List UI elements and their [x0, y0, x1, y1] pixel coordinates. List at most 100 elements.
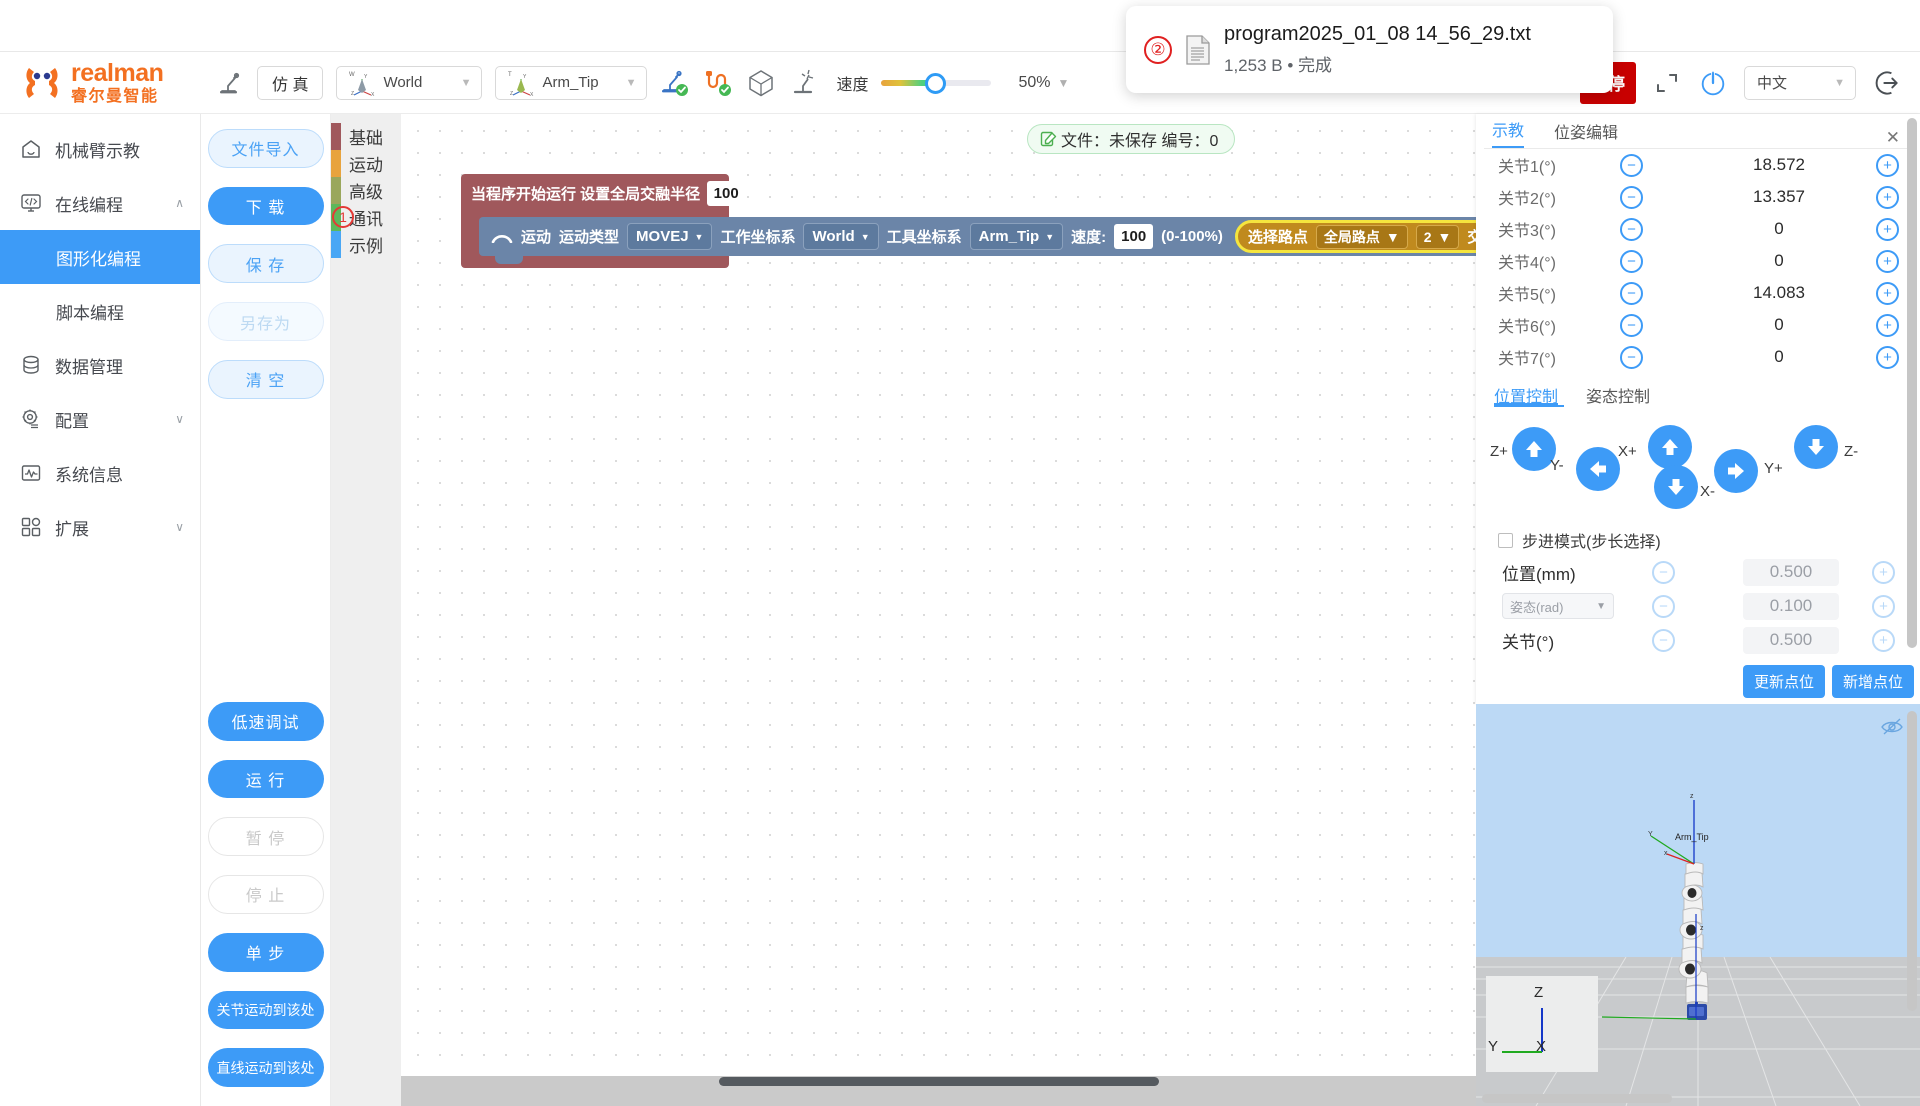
joint-increment-button[interactable]: +: [1876, 346, 1899, 369]
tab-teach[interactable]: 示教: [1492, 117, 1524, 148]
work-frame-dropdown[interactable]: World ▼: [803, 223, 878, 250]
waypoint-selector-group[interactable]: 选择路点 全局路点 ▼ 2 ▼ 交融半径 0 %: [1235, 220, 1476, 253]
jog-y-plus-button[interactable]: [1714, 449, 1758, 493]
simulation-button[interactable]: 仿 真: [257, 66, 323, 100]
step-mode-checkbox[interactable]: [1498, 533, 1513, 548]
pause-button[interactable]: 暂 停: [208, 817, 324, 856]
joint-move-here-button[interactable]: 关节运动到该处: [208, 991, 324, 1030]
collision-box-icon[interactable]: [746, 68, 776, 98]
sidebar-item-script-programming[interactable]: 脚本编程: [0, 284, 200, 338]
stop-button[interactable]: 停 止: [208, 875, 324, 914]
joint-decrement-button[interactable]: −: [1620, 154, 1643, 177]
clear-button[interactable]: 清 空: [208, 360, 324, 399]
sidebar-item-data-management[interactable]: 数据管理: [0, 338, 200, 392]
jog-z-minus-button[interactable]: [1794, 425, 1838, 469]
joint-row: 关节5(°) − 14.083 +: [1476, 277, 1920, 309]
scrollbar-thumb[interactable]: [719, 1077, 1159, 1086]
cable-connected-icon[interactable]: [703, 68, 733, 98]
joint-increment-button[interactable]: +: [1876, 186, 1899, 209]
joint-decrement-button[interactable]: −: [1620, 346, 1643, 369]
category-motion[interactable]: 运动: [331, 150, 401, 177]
robot-connected-icon[interactable]: [660, 68, 690, 98]
step-joint-decrement[interactable]: −: [1652, 629, 1675, 652]
step-posture-decrement[interactable]: −: [1652, 595, 1675, 618]
step-posture-input[interactable]: 0.100: [1743, 593, 1839, 620]
work-frame-value: World: [812, 228, 854, 245]
step-joint-increment[interactable]: +: [1872, 629, 1895, 652]
save-as-button[interactable]: 另存为: [208, 302, 324, 341]
tab-position-control[interactable]: 位置控制: [1494, 383, 1558, 405]
tab-pose-edit[interactable]: 位姿编辑: [1554, 119, 1618, 148]
jog-x-plus-button[interactable]: [1648, 425, 1692, 469]
file-import-button[interactable]: 文件导入: [208, 129, 324, 168]
tool-frame-dropdown[interactable]: Arm_Tip ▼: [970, 223, 1064, 250]
logout-icon[interactable]: [1872, 68, 1902, 98]
single-step-button[interactable]: 单 步: [208, 933, 324, 972]
wave-icon: [20, 462, 42, 484]
jog-y-minus-button[interactable]: [1576, 447, 1620, 491]
sidebar-item-graphical-programming[interactable]: 图形化编程: [0, 230, 200, 284]
slider-knob[interactable]: [925, 73, 946, 94]
category-examples[interactable]: 示例: [331, 231, 401, 258]
step-position-decrement[interactable]: −: [1652, 561, 1675, 584]
fullscreen-icon[interactable]: [1652, 68, 1682, 98]
save-button[interactable]: 保 存: [208, 244, 324, 283]
jog-x-minus-button[interactable]: [1654, 465, 1698, 509]
line-move-here-button[interactable]: 直线运动到该处: [208, 1048, 324, 1087]
update-point-button[interactable]: 更新点位: [1743, 665, 1825, 698]
step-position-increment[interactable]: +: [1872, 561, 1895, 584]
joint-increment-button[interactable]: +: [1876, 154, 1899, 177]
run-button[interactable]: 运 行: [208, 760, 324, 799]
step-joint-input[interactable]: 0.500: [1743, 627, 1839, 654]
svg-text:Y: Y: [523, 74, 527, 80]
tool-frame-select[interactable]: T Y Z X Arm_Tip ▼: [495, 66, 647, 100]
panel-vertical-scrollbar[interactable]: [1907, 118, 1917, 698]
joint-decrement-button[interactable]: −: [1620, 186, 1643, 209]
joint-increment-button[interactable]: +: [1876, 218, 1899, 241]
scrollbar-thumb[interactable]: [1907, 118, 1917, 648]
canvas-horizontal-scrollbar[interactable]: [401, 1076, 1476, 1106]
step-position-input[interactable]: 0.500: [1743, 559, 1839, 586]
joint-decrement-button[interactable]: −: [1620, 314, 1643, 337]
joint-decrement-button[interactable]: −: [1620, 218, 1643, 241]
low-speed-debug-button[interactable]: 低速调试: [208, 702, 324, 741]
speed-value-select[interactable]: 50% ▼: [1018, 74, 1069, 92]
joint-decrement-button[interactable]: −: [1620, 250, 1643, 273]
sidebar-item-system-info[interactable]: 系统信息: [0, 446, 200, 500]
move-block[interactable]: 运动 运动类型 MOVEJ ▼ 工作坐标系 World ▼ 工具坐标系 Arm_…: [479, 217, 1476, 256]
waypoint-group-dropdown[interactable]: 全局路点 ▼: [1316, 225, 1408, 249]
step-posture-increment[interactable]: +: [1872, 595, 1895, 618]
joint-increment-button[interactable]: +: [1876, 250, 1899, 273]
download-button[interactable]: 下 载: [208, 187, 324, 226]
robot-3d-viewport[interactable]: Y z x Arm_Tip z Z Y X: [1476, 704, 1920, 1106]
add-point-button[interactable]: 新增点位: [1832, 665, 1914, 698]
joint-increment-button[interactable]: +: [1876, 282, 1899, 305]
robot-arm-icon[interactable]: [214, 68, 244, 98]
joint-row: 关节7(°) − 0 +: [1476, 341, 1920, 373]
download-notification-popup[interactable]: ② program2025_01_08 14_56_29.txt 1,253 B…: [1126, 6, 1613, 93]
blockly-canvas[interactable]: 文件：未保存 编号：0 当程序开始运行 设置全局交融半径 100 % 运动 运动…: [401, 114, 1476, 1106]
power-icon[interactable]: [1698, 68, 1728, 98]
joint-increment-button[interactable]: +: [1876, 314, 1899, 337]
language-select[interactable]: 中文 ▼: [1744, 66, 1856, 100]
drag-teach-icon[interactable]: [789, 68, 819, 98]
waypoint-index-dropdown[interactable]: 2 ▼: [1416, 225, 1460, 249]
global-blend-radius-input[interactable]: 100: [707, 181, 745, 206]
sidebar-item-configuration[interactable]: 配置 ∨: [0, 392, 200, 446]
step-posture-select[interactable]: 姿态(rad) ▼: [1502, 593, 1614, 619]
speed-slider[interactable]: [881, 73, 991, 93]
category-advanced[interactable]: 高级: [331, 177, 401, 204]
category-basic[interactable]: 基础: [331, 123, 401, 150]
world-frame-select[interactable]: W Y Z X World ▼: [336, 66, 482, 100]
category-communication[interactable]: 通讯 1: [331, 204, 401, 231]
motion-type-dropdown[interactable]: MOVEJ ▼: [627, 223, 712, 250]
viewport-horizontal-scrollbar[interactable]: [1482, 1094, 1672, 1103]
download-filename[interactable]: program2025_01_08 14_56_29.txt: [1224, 23, 1531, 46]
block-speed-input[interactable]: 100: [1114, 224, 1153, 249]
sidebar-item-robot-teach[interactable]: 机械臂示教: [0, 122, 200, 176]
sidebar-item-extensions[interactable]: 扩展 ∨: [0, 500, 200, 554]
tab-posture-control[interactable]: 姿态控制: [1586, 383, 1650, 405]
viewport-vertical-scrollbar[interactable]: [1907, 711, 1917, 1011]
sidebar-item-online-programming[interactable]: 在线编程 ∧: [0, 176, 200, 230]
joint-decrement-button[interactable]: −: [1620, 282, 1643, 305]
